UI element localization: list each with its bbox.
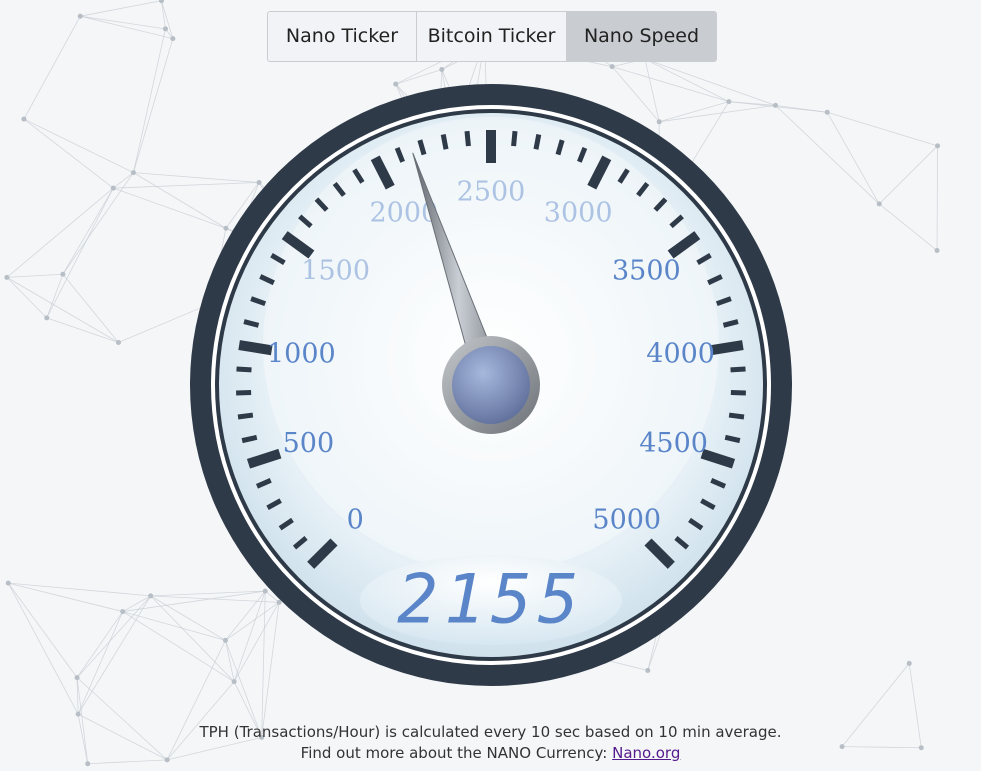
- minor-tick: [533, 134, 542, 150]
- scale-label: 3000: [544, 197, 613, 228]
- scale-label: 4000: [646, 338, 715, 369]
- scale-label: 4500: [639, 428, 708, 459]
- scale-label: 5000: [592, 504, 661, 535]
- minor-tick: [241, 434, 258, 444]
- minor-tick: [728, 412, 745, 420]
- footer-more-info-text: Find out more about the NANO Currency:: [300, 744, 613, 762]
- minor-tick: [730, 366, 746, 373]
- minor-tick: [440, 134, 449, 150]
- footer-more-info: Find out more about the NANO Currency: N…: [0, 744, 981, 762]
- scale-label: 0: [347, 504, 364, 535]
- scale-label: 2500: [457, 177, 526, 208]
- footer-tph-note: TPH (Transactions/Hour) is calculated ev…: [199, 723, 782, 741]
- minor-tick: [511, 130, 518, 147]
- scale-label: 1000: [267, 338, 336, 369]
- minor-tick: [724, 434, 741, 444]
- minor-tick: [236, 366, 252, 373]
- minor-tick: [237, 412, 254, 420]
- needle-hub: [452, 346, 530, 424]
- major-tick: [709, 340, 744, 356]
- scale-label: 3500: [612, 256, 681, 287]
- speed-readout: 2155: [397, 561, 585, 640]
- scale-label: 1500: [301, 256, 370, 287]
- scale-label: 500: [283, 428, 335, 459]
- nano-org-link[interactable]: Nano.org: [612, 744, 680, 762]
- speedometer-gauge: 0500100015002000250030003500400045005000…: [190, 84, 792, 686]
- minor-tick: [464, 130, 471, 147]
